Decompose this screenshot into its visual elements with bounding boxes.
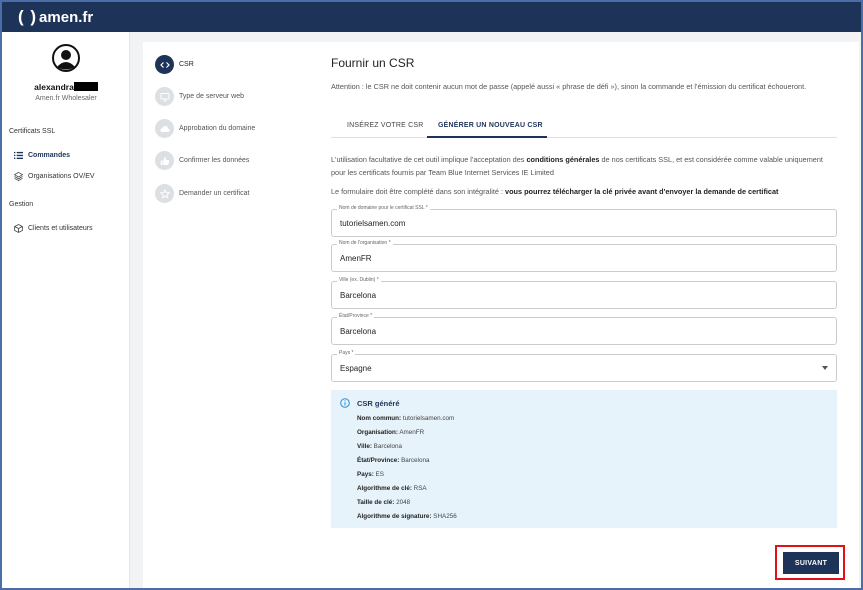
highlight-annotation <box>775 545 845 580</box>
field-value: AmenFR <box>340 254 372 263</box>
generated-csr-panel: CSR généré Nom commun: tutorielsamen.com… <box>331 390 837 528</box>
step-label: Demander un certificat <box>179 190 250 197</box>
avatar-icon <box>52 44 80 72</box>
field-label: Ville (ex. Dublin) * <box>337 277 381 283</box>
field-value: Barcelona <box>340 291 377 300</box>
terms-link[interactable]: conditions générales <box>526 155 599 164</box>
layers-icon <box>14 172 23 181</box>
logo-text: amen.fr <box>39 8 94 26</box>
logo-paren: ( ) <box>18 7 38 26</box>
field-label: État/Province * <box>337 313 375 319</box>
user-name: alexandra <box>2 82 130 92</box>
field-label: Nom de l'organisation * <box>337 240 393 246</box>
sidebar-section-ssl: Certificats SSL <box>9 128 56 135</box>
sidebar-item-label: Organisations OV/EV <box>28 173 95 180</box>
csr-panel-title: CSR généré <box>357 399 400 408</box>
top-bar: ( ) amen.fr <box>2 2 861 32</box>
cloud-icon <box>160 125 170 132</box>
brand-logo[interactable]: ( ) amen.fr <box>18 7 93 27</box>
sidebar-item-label: Clients et utilisateurs <box>28 225 93 232</box>
page-title: Fournir un CSR <box>331 56 415 70</box>
csr-warning: Attention : le CSR ne doit contenir aucu… <box>331 82 807 91</box>
sidebar-item-commandes[interactable]: Commandes <box>14 151 70 160</box>
step-confirm-data[interactable]: Confirmer les données <box>155 151 249 170</box>
step-domain-approval[interactable]: Approbation du domaine <box>155 119 255 138</box>
field-value: Barcelona <box>340 327 377 336</box>
redaction-block <box>73 82 98 91</box>
csr-row-country: Pays: ES <box>357 471 384 478</box>
active-tab-indicator <box>427 136 547 138</box>
step-label: Type de serveur web <box>179 93 244 100</box>
organisation-field[interactable]: Nom de l'organisation * AmenFR <box>331 240 837 272</box>
step-circle <box>155 87 174 106</box>
step-csr[interactable]: CSR <box>155 55 194 74</box>
sidebar: alexandra Amen.fr Wholesaler Certificats… <box>2 32 130 588</box>
sidebar-item-label: Commandes <box>28 152 71 159</box>
state-field[interactable]: État/Province * Barcelona <box>331 313 837 345</box>
csr-row-state: État/Province: Barcelona <box>357 457 430 464</box>
domain-field[interactable]: Nom de domaine pour le certificat SSL * … <box>331 205 837 237</box>
csr-row-key-algorithm: Algorithme de clé: RSA <box>357 485 427 492</box>
terms-text: L'utilisation facultative de cet outil i… <box>331 155 823 177</box>
sidebar-item-clients[interactable]: Clients et utilisateurs <box>14 224 93 233</box>
form-note: Le formulaire doit être complété dans so… <box>331 187 779 196</box>
thumb-up-icon <box>160 156 169 165</box>
field-value: tutorielsamen.com <box>340 219 406 228</box>
tab-generate-csr[interactable]: GÉNÉRER UN NOUVEAU CSR <box>438 122 543 129</box>
cube-icon <box>14 224 23 233</box>
csr-row-city: Ville: Barcelona <box>357 443 403 450</box>
step-circle <box>155 119 174 138</box>
user-company: Amen.fr Wholesaler <box>35 95 97 102</box>
list-icon <box>14 151 23 160</box>
tab-insert-csr[interactable]: INSÉREZ VOTRE CSR <box>347 122 424 129</box>
csr-row-key-size: Taille de clé: 2048 <box>357 499 411 506</box>
step-label: Approbation du domaine <box>179 125 256 132</box>
step-server-type[interactable]: Type de serveur web <box>155 87 244 106</box>
field-label: Pays * <box>337 350 356 356</box>
step-request-certificate[interactable]: Demander un certificat <box>155 184 249 203</box>
step-circle <box>155 55 174 74</box>
field-value: Espagne <box>340 364 372 373</box>
dropdown-caret-icon[interactable] <box>822 366 828 370</box>
csr-row-common-name: Nom commun: tutorielsamen.com <box>357 415 455 422</box>
csr-tabs: INSÉREZ VOTRE CSR GÉNÉRER UN NOUVEAU CSR <box>331 118 837 138</box>
step-circle <box>155 151 174 170</box>
csr-row-signature-algorithm: Algorithme de signature: SHA256 <box>357 513 457 520</box>
sidebar-item-organisations[interactable]: Organisations OV/EV <box>14 172 95 181</box>
step-label: CSR <box>179 61 194 68</box>
code-icon <box>159 61 170 68</box>
star-icon <box>159 188 170 199</box>
field-label: Nom de domaine pour le certificat SSL * <box>337 205 430 211</box>
step-label: Confirmer les données <box>179 157 250 164</box>
monitor-icon <box>160 92 169 101</box>
info-icon <box>340 398 350 408</box>
csr-row-organisation: Organisation: AmenFR <box>357 429 425 436</box>
sidebar-section-gestion: Gestion <box>9 201 34 208</box>
step-circle <box>155 184 174 203</box>
country-select[interactable]: Pays * Espagne <box>331 350 837 382</box>
city-field[interactable]: Ville (ex. Dublin) * Barcelona <box>331 277 837 309</box>
